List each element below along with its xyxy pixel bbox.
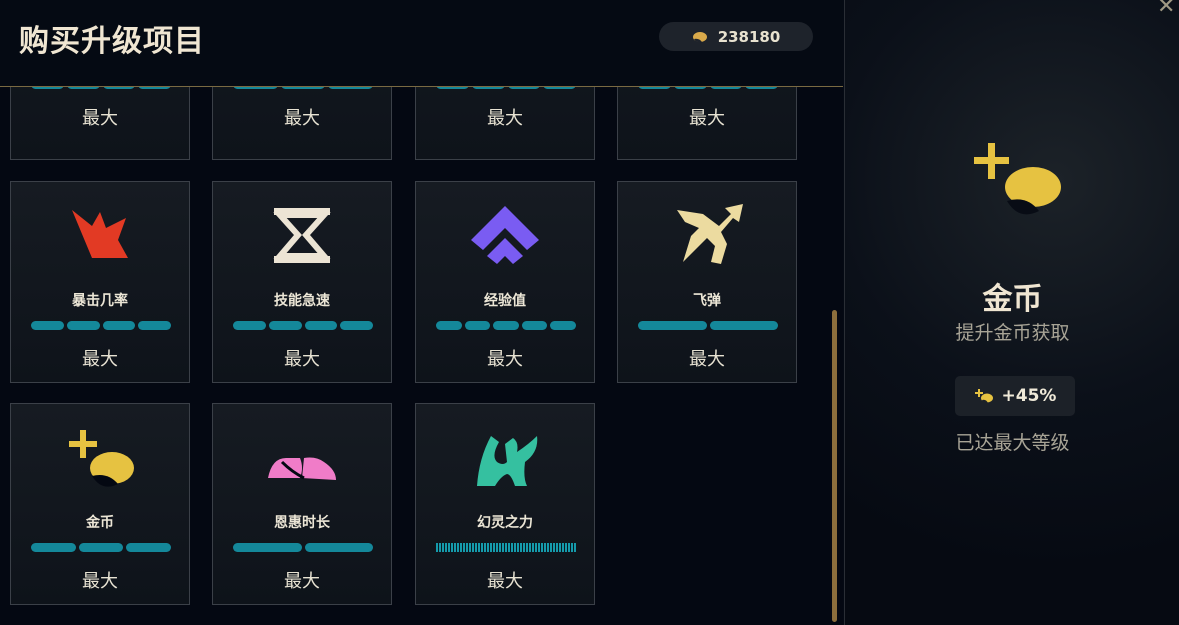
max-label: 最大 <box>284 571 320 592</box>
level-pips <box>31 543 172 552</box>
max-label: 最大 <box>487 108 523 129</box>
max-label: 最大 <box>689 349 725 370</box>
currency-display: 238180 <box>659 22 813 51</box>
upgrade-name: 暴击几率 <box>72 293 128 309</box>
max-label: 最大 <box>284 349 320 370</box>
page-title: 购买升级项目 <box>19 24 205 59</box>
detail-title: 金币 <box>982 282 1043 317</box>
max-label: 最大 <box>82 349 118 370</box>
upgrade-card-spirit-power[interactable]: 幻灵之力 最大 <box>415 403 595 605</box>
hourglass-icon <box>273 208 331 263</box>
level-pips <box>233 321 373 330</box>
level-pips <box>233 543 373 552</box>
max-label: 最大 <box>487 571 523 592</box>
level-pips <box>638 321 778 330</box>
spirit-rabbit-icon <box>477 436 538 486</box>
bonus-value: +45% <box>1001 386 1057 406</box>
upgrade-card-crit-chance[interactable]: 暴击几率 最大 <box>10 181 190 383</box>
upgrade-card-gold[interactable]: 金币 最大 <box>10 403 190 605</box>
gold-plus-icon <box>974 389 993 404</box>
upgrade-card-experience[interactable]: 经验值 最大 <box>415 181 595 383</box>
upgrade-card-missiles[interactable]: 飞弹 最大 <box>617 181 797 383</box>
upgrade-name: 金币 <box>86 515 114 531</box>
currency-amount: 238180 <box>717 27 781 46</box>
upgrade-card-boon-duration[interactable]: 恩惠时长 最大 <box>212 403 392 605</box>
split-arrow-icon <box>677 204 743 264</box>
gold-plus-icon <box>974 143 1061 215</box>
max-label: 最大 <box>82 571 118 592</box>
max-label: 最大 <box>487 349 523 370</box>
max-level-status: 已达最大等级 <box>955 432 1070 454</box>
scrollbar-thumb[interactable] <box>832 310 837 622</box>
detail-subtitle: 提升金币获取 <box>955 322 1070 344</box>
max-label: 最大 <box>82 108 118 129</box>
upgrade-name: 技能急速 <box>274 293 330 309</box>
pink-boots-icon <box>268 457 336 480</box>
detail-panel: ✕ 金币 提升金币获取 +45% 已达最大等级 <box>844 0 1179 625</box>
gold-coin-icon <box>692 31 707 42</box>
level-pips <box>436 543 576 552</box>
close-icon[interactable]: ✕ <box>1157 0 1175 19</box>
level-pips <box>436 321 576 330</box>
level-pips <box>31 321 171 330</box>
upgrade-card-ability-haste[interactable]: 技能急速 最大 <box>212 181 392 383</box>
max-label: 最大 <box>689 108 725 129</box>
bonus-badge: +45% <box>955 376 1075 416</box>
chevron-up-icon <box>471 206 539 264</box>
upgrade-list-panel: 最大 最大 最大 最大 暴击几率 最大 技能急速 最大 经验值 最大 飞弹 最大… <box>0 0 843 625</box>
header-bar: 购买升级项目 238180 <box>0 0 843 87</box>
max-label: 最大 <box>284 108 320 129</box>
gold-plus-icon <box>69 430 134 487</box>
upgrade-name: 幻灵之力 <box>477 515 533 531</box>
upgrade-name: 恩惠时长 <box>274 515 330 531</box>
upgrade-name: 经验值 <box>484 293 526 309</box>
upgrade-name: 飞弹 <box>693 293 721 309</box>
crit-burst-icon <box>72 210 128 258</box>
